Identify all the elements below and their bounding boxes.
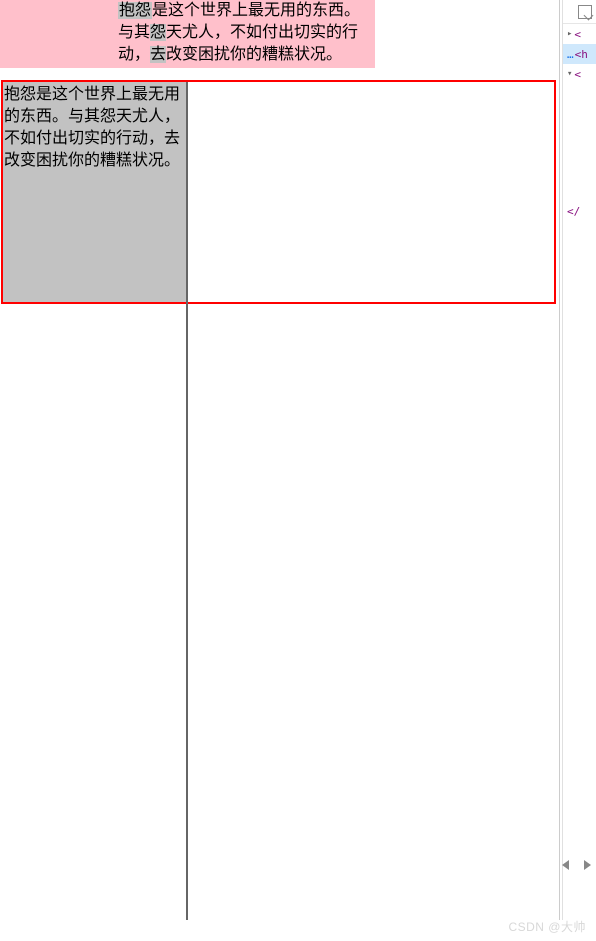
inspect-icon[interactable] xyxy=(578,5,592,19)
closing-tag: </ xyxy=(567,205,580,218)
vertical-divider xyxy=(186,82,188,920)
gray-content-box: 抱怨是这个世界上最无用的东西。与其怨天尤人，不如付出切实的行动，去改变困扰你的糟… xyxy=(3,82,188,302)
rendered-page-viewport: 抱怨抱怨是这个世界上最无用的东西。是这个世界上最无用的东西。 与其怨天尤人，不如… xyxy=(0,0,560,920)
highlight-span: 抱怨 xyxy=(118,2,152,19)
dom-tree-row[interactable]: ▾ < xyxy=(563,64,596,84)
text-line-2: 与其怨天尤人，不如付出切实的行 xyxy=(118,24,358,41)
tag-bracket: < xyxy=(574,28,581,41)
tag-bracket: < xyxy=(574,68,581,81)
watermark-text: CSDN @大帅 xyxy=(508,918,586,935)
tag-bracket: <h xyxy=(575,48,588,61)
devtools-panel[interactable]: ▸ < … <h ▾ < </ xyxy=(562,0,596,920)
inspected-element-outline: 抱怨是这个世界上最无用的东西。与其怨天尤人，不如付出切实的行动，去改变困扰你的糟… xyxy=(1,80,556,304)
chevron-right-icon: ▸ xyxy=(567,29,572,39)
carousel-prev-icon[interactable] xyxy=(562,860,569,870)
highlight-span: 怨 xyxy=(150,24,166,41)
highlight-span: 去 xyxy=(150,46,166,63)
dom-tree-row-selected[interactable]: … <h xyxy=(563,44,596,64)
pink-header-text: 抱怨抱怨是这个世界上最无用的东西。是这个世界上最无用的东西。 与其怨天尤人，不如… xyxy=(118,0,376,66)
ellipsis-icon: … xyxy=(567,48,573,61)
carousel-next-icon[interactable] xyxy=(584,860,591,870)
dom-tree-row[interactable]: ▸ < xyxy=(563,24,596,44)
devtools-toolbar xyxy=(563,0,596,24)
chevron-down-icon: ▾ xyxy=(567,69,572,79)
text-line-1: 抱怨抱怨是这个世界上最无用的东西。是这个世界上最无用的东西。 xyxy=(118,2,360,19)
text-line-3: 动，去改变困扰你的糟糕状况。 xyxy=(118,46,342,63)
pink-header-box: 抱怨抱怨是这个世界上最无用的东西。是这个世界上最无用的东西。 与其怨天尤人，不如… xyxy=(0,0,375,68)
